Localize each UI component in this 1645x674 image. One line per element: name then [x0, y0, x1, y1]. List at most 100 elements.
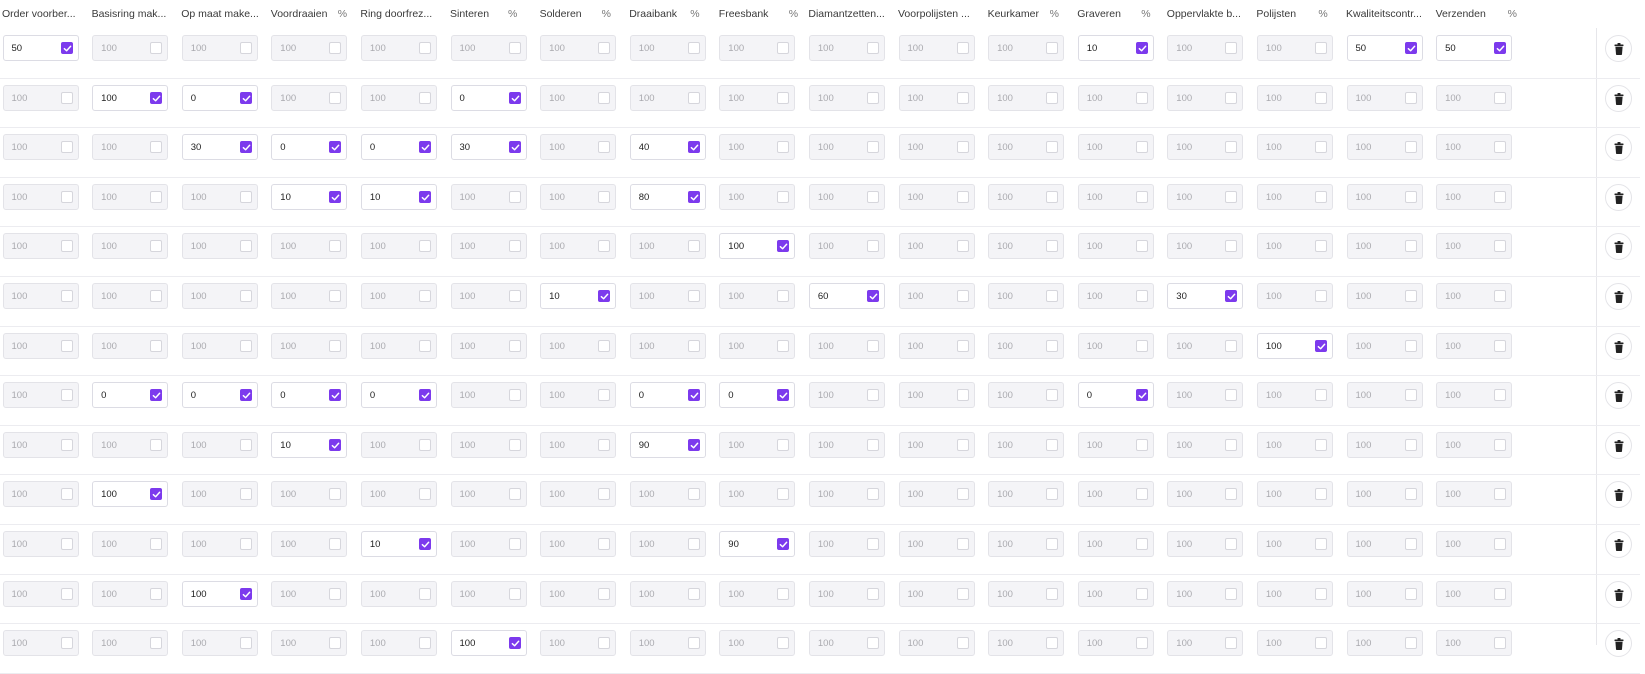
checkbox-unchecked[interactable] [866, 389, 879, 402]
percent-input[interactable]: 100 [898, 382, 975, 409]
percent-input[interactable]: 100 [898, 630, 975, 657]
percent-input[interactable]: 100 [1346, 431, 1423, 458]
checkbox-unchecked[interactable] [60, 438, 73, 451]
percent-input[interactable]: 100 [271, 233, 348, 260]
percent-input[interactable]: 100 [629, 580, 706, 607]
percent-input[interactable]: 100 [1077, 630, 1154, 657]
checkbox-unchecked[interactable] [508, 538, 521, 550]
checkbox-unchecked[interactable] [598, 91, 611, 104]
checkbox-unchecked[interactable] [508, 587, 521, 600]
checkbox-unchecked[interactable] [329, 91, 342, 104]
percent-input[interactable]: 100 [1077, 134, 1154, 161]
percent-input[interactable]: 100 [719, 183, 796, 210]
percent-input[interactable]: 100 [808, 183, 885, 210]
checkbox-checked[interactable] [866, 290, 879, 302]
checkbox-unchecked[interactable] [1135, 91, 1148, 104]
percent-input[interactable]: 100 [1256, 481, 1333, 508]
checkbox-checked[interactable] [239, 587, 252, 600]
checkbox-unchecked[interactable] [239, 240, 252, 253]
checkbox-unchecked[interactable] [1046, 587, 1059, 600]
checkbox-unchecked[interactable] [1135, 538, 1148, 550]
percent-input[interactable]: 100 [181, 481, 258, 508]
checkbox-unchecked[interactable] [1314, 438, 1327, 451]
checkbox-unchecked[interactable] [687, 91, 700, 104]
checkbox-unchecked[interactable] [1225, 190, 1238, 203]
percent-input[interactable]: 100 [540, 531, 617, 557]
percent-input[interactable]: 100 [540, 183, 617, 210]
checkbox-unchecked[interactable] [1046, 240, 1059, 253]
delete-row-button[interactable] [1605, 183, 1632, 211]
checkbox-unchecked[interactable] [598, 240, 611, 253]
checkbox-unchecked[interactable] [1404, 538, 1417, 550]
percent-input[interactable]: 100 [1436, 332, 1513, 359]
delete-row-button[interactable] [1605, 233, 1632, 261]
checkbox-unchecked[interactable] [60, 240, 73, 253]
checkbox-unchecked[interactable] [239, 637, 252, 650]
percent-input[interactable]: 100 [450, 283, 527, 309]
checkbox-unchecked[interactable] [150, 637, 163, 650]
checkbox-unchecked[interactable] [1046, 42, 1059, 54]
percent-input[interactable]: 100 [92, 183, 169, 210]
checkbox-unchecked[interactable] [777, 637, 790, 650]
checkbox-unchecked[interactable] [1314, 290, 1327, 302]
percent-input[interactable]: 100 [1436, 134, 1513, 161]
percent-input[interactable]: 100 [1346, 233, 1423, 260]
percent-input[interactable]: 50 [1346, 35, 1423, 61]
checkbox-unchecked[interactable] [1314, 42, 1327, 54]
checkbox-unchecked[interactable] [687, 538, 700, 550]
checkbox-unchecked[interactable] [956, 438, 969, 451]
checkbox-unchecked[interactable] [1494, 339, 1507, 352]
percent-input[interactable]: 0 [360, 382, 437, 409]
percent-input[interactable]: 100 [1077, 332, 1154, 359]
checkbox-checked[interactable] [1314, 339, 1327, 352]
percent-input[interactable]: 100 [629, 35, 706, 61]
percent-input[interactable]: 100 [1256, 630, 1333, 657]
checkbox-unchecked[interactable] [1135, 240, 1148, 253]
checkbox-unchecked[interactable] [598, 190, 611, 203]
percent-input[interactable]: 100 [629, 283, 706, 309]
checkbox-unchecked[interactable] [1494, 587, 1507, 600]
percent-input[interactable]: 100 [181, 431, 258, 458]
percent-input[interactable]: 100 [271, 283, 348, 309]
percent-input[interactable]: 100 [360, 283, 437, 309]
percent-input[interactable]: 100 [1346, 580, 1423, 607]
percent-input[interactable]: 0 [360, 134, 437, 161]
delete-row-button[interactable] [1605, 283, 1632, 310]
percent-input[interactable]: 100 [92, 283, 169, 309]
checkbox-unchecked[interactable] [60, 91, 73, 104]
percent-input[interactable]: 100 [1256, 283, 1333, 309]
percent-input[interactable]: 100 [450, 332, 527, 359]
percent-input[interactable]: 100 [360, 580, 437, 607]
checkbox-unchecked[interactable] [1225, 91, 1238, 104]
percent-input[interactable]: 100 [360, 431, 437, 458]
checkbox-unchecked[interactable] [1494, 438, 1507, 451]
percent-input[interactable]: 100 [808, 382, 885, 409]
percent-input[interactable]: 100 [988, 283, 1065, 309]
percent-input[interactable]: 100 [719, 630, 796, 657]
percent-input[interactable]: 30 [1167, 283, 1244, 309]
checkbox-checked[interactable] [508, 91, 521, 104]
checkbox-unchecked[interactable] [598, 438, 611, 451]
checkbox-checked[interactable] [1494, 42, 1507, 54]
percent-input[interactable]: 100 [271, 332, 348, 359]
percent-input[interactable]: 100 [2, 382, 79, 409]
checkbox-unchecked[interactable] [687, 637, 700, 650]
percent-input[interactable]: 100 [898, 183, 975, 210]
checkbox-unchecked[interactable] [866, 42, 879, 54]
percent-input[interactable]: 100 [2, 183, 79, 210]
checkbox-unchecked[interactable] [239, 42, 252, 54]
checkbox-unchecked[interactable] [150, 587, 163, 600]
checkbox-unchecked[interactable] [1046, 190, 1059, 203]
percent-input[interactable]: 100 [540, 580, 617, 607]
checkbox-unchecked[interactable] [508, 488, 521, 501]
percent-input[interactable]: 100 [1167, 233, 1244, 260]
delete-row-button[interactable] [1605, 481, 1632, 509]
percent-input[interactable]: 100 [540, 84, 617, 111]
checkbox-unchecked[interactable] [687, 240, 700, 253]
checkbox-unchecked[interactable] [866, 141, 879, 154]
checkbox-unchecked[interactable] [598, 587, 611, 600]
checkbox-unchecked[interactable] [1494, 290, 1507, 302]
checkbox-checked[interactable] [329, 141, 342, 154]
percent-input[interactable]: 50 [2, 35, 79, 61]
percent-input[interactable]: 100 [1436, 481, 1513, 508]
